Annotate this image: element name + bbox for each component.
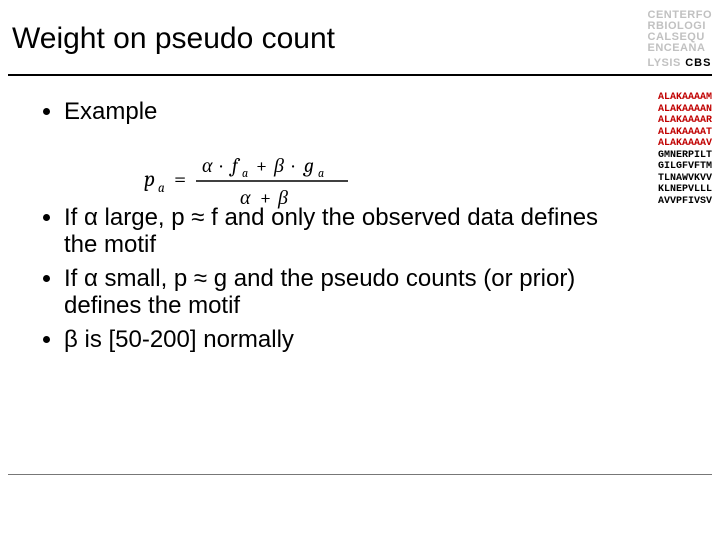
svg-text:+: + [256,154,267,177]
seq-row: AVVPFIVSV [658,196,712,208]
logo: CENTERFO RBIOLOGI CALSEQU ENCEANA LYSIS … [648,10,713,70]
svg-text:p: p [144,166,155,192]
seq-row: ALAKAAAAV [658,138,712,150]
svg-text:g: g [302,154,314,177]
svg-text:f: f [229,154,241,177]
svg-text:a: a [242,166,248,180]
formula-svg: p a = α · f a + β · g a α + β [142,150,352,212]
seq-row: TLNAWVKVV [658,173,712,185]
alpha-symbol: α [84,265,98,292]
alpha-symbol: α [84,204,98,231]
svg-text:·: · [220,154,223,177]
divider-bottom [8,474,712,475]
slide: Weight on pseudo count CENTERFO RBIOLOGI… [0,0,720,540]
title-row: Weight on pseudo count CENTERFO RBIOLOGI… [8,10,712,70]
logo-cbs: CBS [685,57,711,69]
svg-text:α: α [240,186,251,209]
seq-row: ALAKAAAAN [658,104,712,116]
page-title: Weight on pseudo count [8,10,335,56]
body: Example If α large, p ≈ f and only the o… [36,98,600,360]
sequence-block: ALAKAAAAM ALAKAAAAN ALAKAAAAR ALAKAAAAT … [658,92,712,207]
bullet-beta: β is [50-200] normally [64,326,600,354]
seq-row: ALAKAAAAM [658,92,712,104]
logo-line5: LYSIS CBS [648,54,713,70]
seq-row: ALAKAAAAR [658,115,712,127]
svg-text:β: β [273,154,284,177]
svg-text:=: = [174,166,186,192]
svg-text:·: · [292,154,295,177]
seq-row: KLNEPVLLL [658,184,712,196]
formula: p a = α · f a + β · g a α + β [142,150,352,217]
svg-text:a: a [318,166,324,180]
svg-text:β: β [277,186,288,209]
bullet-list: Example If α large, p ≈ f and only the o… [36,98,600,354]
seq-row: GMNERPILT [658,150,712,162]
bullet-example: Example [64,98,600,126]
svg-text:+: + [260,186,271,209]
divider-top [8,74,712,76]
bullet-alpha-small: If α small, p ≈ g and the pseudo counts … [64,265,600,320]
svg-text:a: a [158,181,165,196]
logo-line4: ENCEANA [648,43,713,54]
beta-symbol: β [64,326,78,353]
svg-text:α: α [202,154,213,177]
seq-row: GILGFVFTM [658,161,712,173]
seq-row: ALAKAAAAT [658,127,712,139]
